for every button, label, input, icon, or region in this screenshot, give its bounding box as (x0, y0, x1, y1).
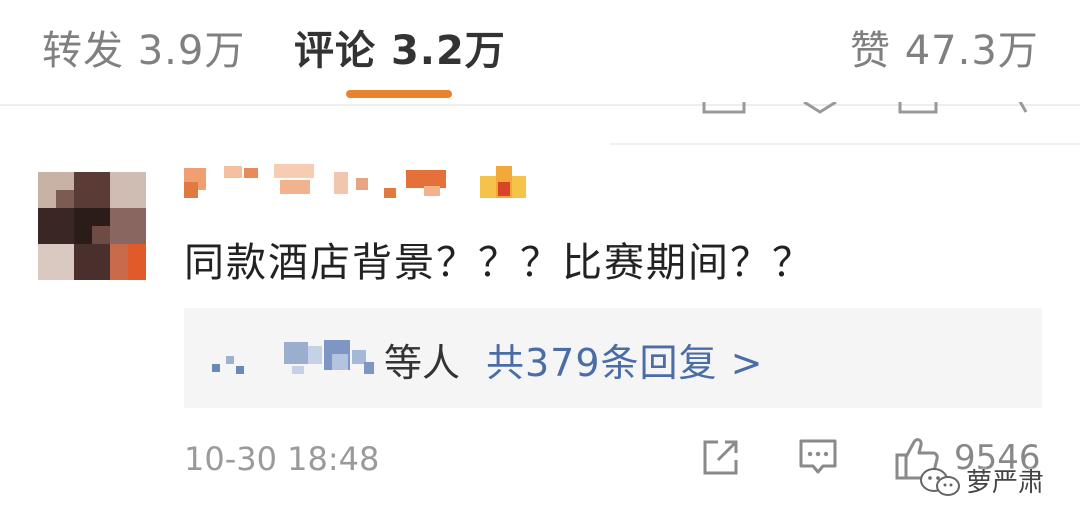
username-obscured[interactable] (184, 158, 474, 202)
view-replies-link[interactable]: 共379条回复 > (486, 332, 763, 387)
tab-comments-label: 评论 (294, 28, 376, 74)
comment-timestamp: 10-30 18:48 (184, 440, 380, 478)
tab-reposts-label: 转发 (42, 28, 124, 74)
tab-likes-count: 47.3万 (904, 28, 1039, 74)
avatar[interactable] (38, 172, 146, 280)
tab-reposts[interactable]: 转发 3.9万 (42, 18, 245, 76)
tab-comments[interactable]: 评论 3.2万 (294, 18, 506, 76)
reply-summary[interactable]: 等人 共379条回复 > (184, 308, 1042, 408)
tab-likes-label: 赞 (850, 28, 891, 74)
tab-comments-count: 3.2万 (390, 28, 506, 74)
faint-divider (610, 143, 1080, 145)
watermark-text: 萝严肃 (966, 468, 1045, 498)
vip-badge-icon (480, 164, 528, 204)
comment-icon[interactable] (797, 436, 839, 478)
reply-suffix: 等人 (384, 341, 461, 385)
tab-reposts-count: 3.9万 (137, 28, 246, 74)
comment-text: 同款酒店背景？？？比赛期间？？ (184, 240, 814, 286)
tab-likes[interactable]: 赞 47.3万 (850, 18, 1039, 76)
share-icon[interactable] (700, 436, 742, 478)
tab-bar: 转发 3.9万 评论 3.2万 赞 47.3万 (0, 0, 1080, 104)
reply-usernames-obscured (212, 336, 382, 380)
active-tab-indicator (346, 90, 452, 98)
previous-row-icons (700, 102, 1080, 116)
